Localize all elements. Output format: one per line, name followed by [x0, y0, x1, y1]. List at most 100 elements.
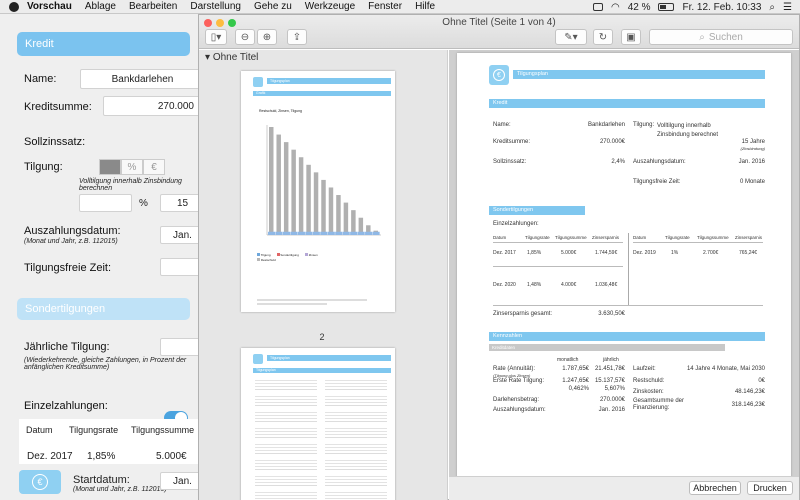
thumb-table-block — [255, 426, 317, 438]
thumb-table-block — [255, 474, 317, 486]
thumbnail-page-3[interactable]: Tilgungsplan Tilgungsplan — [241, 348, 395, 500]
doc-darlehen-label: Darlehensbetrag: — [493, 397, 540, 403]
thumbnail-bar-chart — [266, 125, 381, 236]
chart-bar-tilgung — [320, 231, 328, 235]
menu-hilfe[interactable]: Hilfe — [415, 1, 435, 12]
thumb-table-block — [325, 490, 387, 500]
doc-restschuld-label: Restschuld: — [633, 378, 665, 384]
chart-bar-restschuld — [269, 127, 274, 235]
thumb-table-block — [325, 474, 387, 486]
thumb-logo-icon — [253, 354, 263, 364]
menu-list-icon[interactable]: ☰ — [783, 2, 792, 13]
auszahlung-hint: (Monat und Jahr, z.B. 112015) — [24, 238, 118, 245]
thumb-table-block — [325, 442, 387, 454]
battery-icon[interactable] — [658, 3, 675, 11]
menu-ablage[interactable]: Ablage — [85, 1, 116, 12]
search-field[interactable]: ⌕ Suchen — [649, 29, 793, 45]
thumbnail-page-2[interactable]: Tilgungsplan Grafik Restschuld, Zinsen, … — [241, 71, 395, 312]
doc-sonder-bar: Sondertilgungen — [489, 206, 585, 215]
name-field[interactable]: Bankdarlehen — [80, 69, 205, 89]
tilgung-segment-amount[interactable] — [99, 159, 121, 175]
doc-name-label: Name: — [493, 122, 511, 128]
sidebar-document-title: Ohne Titel — [212, 52, 259, 63]
thumb-chart-title: Restschuld, Zinsen, Tilgung — [259, 109, 302, 113]
menu-fenster[interactable]: Fenster — [368, 1, 402, 12]
table-row-datum[interactable]: Dez. 2017 — [27, 451, 73, 462]
section-kredit-title: Kredit — [25, 38, 54, 50]
thumb-table-block — [255, 442, 317, 454]
chart-bar-tilgung — [327, 231, 335, 235]
tilgung-percent-field[interactable] — [79, 194, 132, 212]
doc-vdivider — [628, 233, 629, 305]
clock[interactable]: Fr. 12. Feb. 10:33 — [682, 2, 761, 13]
sidebar-document-header[interactable]: ▾ Ohne Titel — [205, 52, 258, 63]
doc-zins-value: 2,4% — [611, 159, 625, 165]
chart-bar-tilgung — [268, 231, 276, 235]
tilgung-segment-euro[interactable]: € — [143, 159, 165, 175]
doc-erste-jaehrlich-pct: 5,607% — [604, 386, 625, 392]
thumb-legend: Tilgung Sondertilgung Zinsen Restschuld — [257, 253, 327, 262]
kreditsumme-field[interactable]: 270.000 — [103, 96, 205, 116]
markup-pen-icon[interactable]: ✎▾ — [555, 29, 587, 45]
chart-bar-restschuld — [291, 149, 296, 235]
calculator-app-icon[interactable]: € — [19, 470, 61, 494]
chart-bar-tilgung — [342, 231, 350, 235]
search-icon: ⌕ — [699, 31, 705, 43]
document-page: € Tilgungsplan Kredit Name: Bankdarlehen… — [457, 53, 791, 478]
tilgung-segment-percent[interactable]: % — [121, 159, 143, 175]
rotate-icon[interactable]: ↻ — [593, 29, 613, 45]
wifi-icon[interactable]: ◠ — [611, 2, 620, 13]
chart-bar-restschuld — [351, 210, 356, 235]
menu-gehe-zu[interactable]: Gehe zu — [254, 1, 292, 12]
search-icon[interactable]: ⌕ — [769, 2, 775, 13]
jaehrlich-hint: (Wiederkehrende, gleiche Zahlungen, in P… — [24, 357, 187, 371]
doc-tfz-label: Tilgungsfreie Zeit: — [633, 179, 681, 185]
zoom-out-icon[interactable]: ⊖ — [235, 29, 255, 45]
thumb-table-block — [255, 378, 317, 390]
display-icon[interactable] — [592, 3, 603, 11]
startdatum-hint: (Monat und Jahr, z.B. 112015) — [73, 486, 167, 493]
doc-kenn-bar: Kennzahlen — [489, 332, 765, 341]
chart-bar-restschuld — [336, 195, 341, 235]
toolbox-icon[interactable]: ▣ — [621, 29, 641, 45]
menu-werkzeuge[interactable]: Werkzeuge — [305, 1, 355, 12]
thumb-table-block — [325, 394, 387, 406]
thumb-footer-line — [257, 303, 327, 305]
menu-app-name[interactable]: Vorschau — [27, 1, 72, 12]
document-view[interactable]: € Tilgungsplan Kredit Name: Bankdarlehen… — [449, 50, 799, 500]
print-bar: Abbrechen Drucken — [449, 476, 799, 500]
doc-ausz-label: Auszahlungsdatum: — [633, 159, 686, 165]
auszahlung-label: Auszahlungsdatum: — [24, 225, 121, 237]
thumb-subheader: Grafik — [253, 91, 391, 96]
jaehrlich-label: Jährliche Tilgung: — [24, 341, 110, 353]
table-row-summe[interactable]: 5.000€ — [156, 451, 187, 462]
chart-bar-tilgung — [350, 231, 358, 235]
doc-divider — [493, 242, 623, 243]
thumb-table-lines — [255, 378, 389, 500]
doc-col-rate: Tilgungsrate — [525, 235, 550, 240]
share-icon[interactable]: ⇪ — [287, 29, 307, 45]
print-button[interactable]: Drucken — [747, 481, 793, 495]
sidebar-toggle-icon[interactable]: ▯▾ — [205, 29, 227, 45]
thumb-table-block — [255, 410, 317, 422]
doc-r2-ersparnis: 765,24€ — [739, 250, 758, 256]
section-sonder-title: Sondertilgungen — [25, 303, 106, 315]
legend-restschuld: Restschuld — [257, 258, 276, 262]
chart-bar-tilgung — [365, 231, 373, 235]
doc-r1-datum: Dez. 2017 — [493, 250, 516, 256]
doc-ausz2-label: Auszahlungsdatum: — [493, 407, 546, 413]
doc-r1-rate: 1,85% — [527, 250, 542, 256]
title-bar: Ohne Titel (Seite 1 von 4) ▯▾ ⊖ ⊕ ⇪ ✎▾ ↻… — [199, 15, 799, 49]
menu-darstellung[interactable]: Darstellung — [190, 1, 241, 12]
doc-col-datum-2: Datum — [633, 235, 647, 240]
thumb-table-block — [255, 394, 317, 406]
table-row-rate[interactable]: 1,85% — [87, 451, 115, 462]
thumb-table-block — [325, 426, 387, 438]
doc-r2-summe: 2.700€ — [703, 250, 719, 256]
doc-col-ersparnis: Zinsersparnis — [592, 235, 620, 240]
cancel-button[interactable]: Abbrechen — [689, 481, 741, 495]
menu-bearbeiten[interactable]: Bearbeiten — [129, 1, 177, 12]
zoom-in-icon[interactable]: ⊕ — [257, 29, 277, 45]
apple-menu-icon[interactable] — [9, 1, 19, 12]
chart-bar-restschuld — [298, 157, 304, 235]
